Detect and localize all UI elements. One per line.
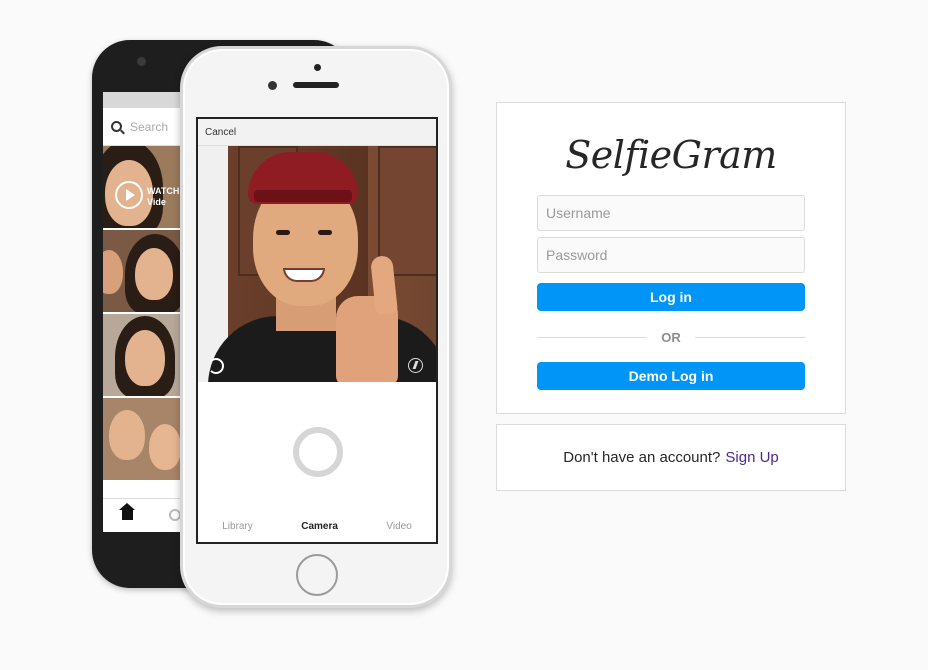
flash-icon [408,358,423,373]
login-button[interactable]: Log in [537,283,805,311]
feed-photo [103,398,183,482]
tab-video: Video [386,521,412,532]
explore-search-bar: Search [103,108,183,146]
camera-screen: Cancel Library Camera Video [196,117,438,544]
signup-prompt: Don't have an account? [563,449,721,466]
speaker-grille [293,82,339,88]
search-placeholder: Search [130,119,169,134]
camera-tabs: Library Camera Video [198,521,436,532]
or-text: OR [661,330,681,345]
camera-header: Cancel [198,119,436,146]
tab-library: Library [222,521,253,532]
search-icon [111,121,122,132]
divider-line [694,337,805,338]
back-phone-screen: Search WATCH Vide [103,92,183,532]
divider-line [537,337,648,338]
signup-card: Don't have an account? Sign Up [496,424,846,491]
camera-controls: Library Camera Video [198,382,436,540]
feed-photo [103,230,183,314]
status-bar [103,92,183,108]
front-camera-icon [268,81,277,90]
or-divider: OR [537,330,805,345]
login-card: SelfieGram Log in OR Demo Log in [496,102,846,414]
home-icon [119,503,135,522]
shutter-button [293,427,343,477]
demo-login-button[interactable]: Demo Log in [537,362,805,390]
phone-home-button [296,554,338,596]
tab-camera: Camera [301,521,338,532]
front-camera-icon [137,57,146,66]
username-input[interactable] [537,195,805,231]
back-phone-tab-bar [103,498,183,532]
feed-photo [103,314,183,398]
switch-camera-icon [208,358,224,374]
sensor-icon [314,64,321,71]
app-logo: SelfieGram [565,133,777,177]
play-icon [115,181,143,209]
signup-link[interactable]: Sign Up [725,449,778,466]
password-input[interactable] [537,237,805,273]
cancel-label: Cancel [205,127,237,138]
selfie-preview [198,146,436,382]
front-phone-mockup: Cancel Library Camera Video [180,46,452,608]
video-overlay-text: WATCH Vide [147,186,180,207]
